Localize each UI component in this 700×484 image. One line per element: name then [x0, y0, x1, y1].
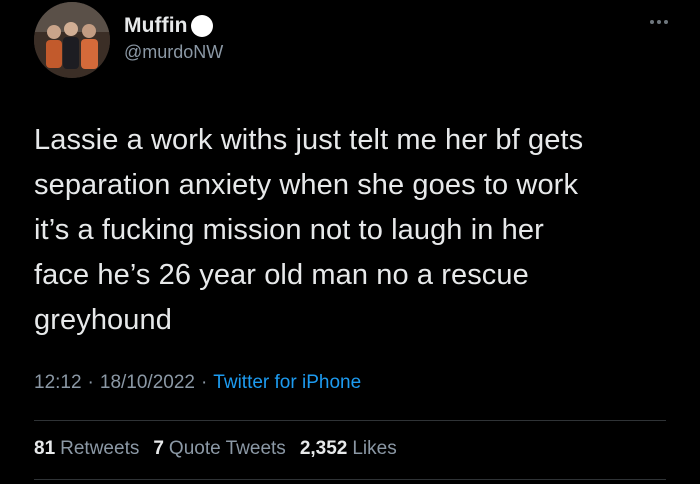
tweet-stats: 81 Retweets 7 Quote Tweets 2,352 Likes [34, 438, 411, 460]
tweet-date[interactable]: 18/10/2022 [100, 372, 195, 394]
tweet-card: Muffin @murdoNW Lassie a work withs just… [0, 0, 700, 484]
tweet-text: Lassie a work withs just telt me her bf … [34, 124, 584, 336]
retweets-count: 81 [34, 438, 56, 459]
tweet-time[interactable]: 12:12 [34, 372, 82, 394]
divider [34, 420, 666, 421]
likes-label: Likes [352, 438, 397, 459]
more-dots-icon[interactable] [650, 20, 668, 24]
quote-tweets-stat[interactable]: 7 Quote Tweets [153, 438, 285, 460]
likes-count: 2,352 [299, 438, 348, 459]
avatar[interactable] [34, 2, 110, 78]
dot [664, 20, 668, 24]
retweets-stat[interactable]: 81 Retweets [34, 438, 139, 460]
divider [34, 479, 666, 480]
quote-tweets-count: 7 [153, 438, 164, 459]
meta-separator: · [87, 372, 94, 393]
white-circle-icon [190, 15, 213, 37]
retweets-label: Retweets [60, 438, 140, 459]
dot [650, 20, 654, 24]
display-name[interactable]: Muffin [124, 14, 188, 38]
tweet-source[interactable]: Twitter for iPhone [213, 372, 361, 394]
dot [657, 20, 661, 24]
author-block: Muffin @murdoNW [124, 12, 223, 63]
tweet-header: Muffin @murdoNW [34, 2, 674, 82]
display-name-row: Muffin [124, 12, 223, 40]
meta-separator: · [200, 372, 208, 393]
handle[interactable]: @murdoNW [124, 42, 223, 63]
tweet-meta: 12:12 · 18/10/2022 · Twitter for iPhone [34, 372, 361, 394]
likes-stat[interactable]: 2,352 Likes [300, 438, 397, 460]
quote-tweets-label: Quote Tweets [168, 438, 286, 459]
avatar-photo-icon [34, 2, 110, 78]
